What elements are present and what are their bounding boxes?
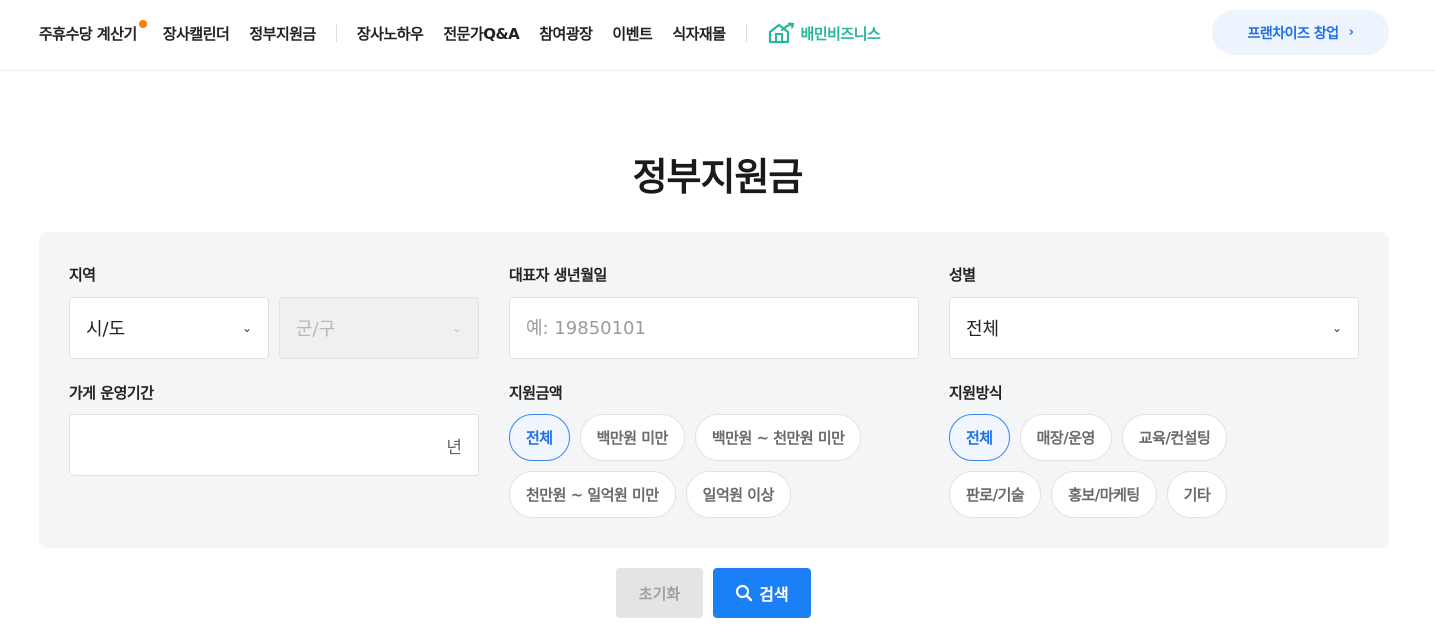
city-select-value: 시/도 <box>86 319 126 340</box>
method-chip[interactable]: 판로/기술 <box>949 471 1042 518</box>
store-period-label: 가게 운영기간 <box>69 384 154 402</box>
store-period-input[interactable] <box>86 434 447 456</box>
amount-chip[interactable]: 천만원 ~ 일억원 미만 <box>509 471 676 518</box>
nav-item-business-calendar[interactable]: 장사캘린더 <box>163 23 230 44</box>
amount-chip[interactable]: 백만원 ~ 천만원 미만 <box>694 414 862 461</box>
main-nav: 주휴수당 계산기 장사캘린더 정부지원금 장사노하우 전문가Q&A 참여광장 이… <box>39 0 881 66</box>
city-select[interactable]: 시/도 ⌄ <box>69 297 269 359</box>
nav-item-label: 주휴수당 계산기 <box>39 24 137 43</box>
method-chip[interactable]: 홍보/마케팅 <box>1051 471 1157 518</box>
method-chip[interactable]: 전체 <box>949 414 1010 461</box>
method-chip[interactable]: 기타 <box>1166 471 1228 518</box>
new-dot-icon <box>138 19 147 28</box>
birth-date-label: 대표자 생년월일 <box>509 266 607 284</box>
region-label: 지역 <box>69 266 96 284</box>
district-select-value: 군/구 <box>296 319 336 340</box>
chevron-down-icon: ⌄ <box>1331 321 1342 335</box>
nav-item-events[interactable]: 이벤트 <box>612 23 652 44</box>
district-select: 군/구 ⌄ <box>279 297 479 359</box>
nav-item-label: 이벤트 <box>612 24 653 43</box>
nav-divider <box>745 24 747 42</box>
nav-item-label: 장사캘린더 <box>162 24 230 43</box>
nav-item-expert-qa[interactable]: 전문가Q&A <box>443 23 519 44</box>
reset-button-label: 초기화 <box>638 584 681 603</box>
chevron-down-icon: ⌄ <box>451 321 462 335</box>
nav-item-business-knowhow[interactable]: 장사노하우 <box>357 23 424 44</box>
nav-brand-baemin-business[interactable]: 배민비즈니스 <box>767 22 881 44</box>
support-method-label: 지원방식 <box>949 384 1003 402</box>
subsidy-amount-chips: 전체 백만원 미만 백만원 ~ 천만원 미만 천만원 ~ 일억원 미만 일억원 … <box>509 414 909 518</box>
nav-item-label: 참여광장 <box>539 24 593 43</box>
method-chip[interactable]: 교육/컨설팅 <box>1121 414 1228 461</box>
search-icon <box>736 584 753 602</box>
chevron-down-icon: ⌄ <box>241 321 252 335</box>
franchise-startup-button[interactable]: 프랜차이즈 창업 › <box>1212 10 1389 55</box>
nav-item-label: 장사노하우 <box>356 24 424 43</box>
nav-item-community[interactable]: 참여광장 <box>539 23 593 44</box>
filter-panel: 지역 시/도 ⌄ 군/구 ⌄ 대표자 생년월일 성별 전체 ⌄ 가게 운영기간 … <box>39 232 1389 548</box>
amount-chip[interactable]: 전체 <box>509 414 570 461</box>
nav-brand-label: 배민비즈니스 <box>800 24 881 43</box>
support-method-chips: 전체 매장/운영 교육/컨설팅 판로/기술 홍보/마케팅 기타 <box>949 414 1269 518</box>
amount-chip[interactable]: 일억원 이상 <box>685 471 791 518</box>
nav-item-label: 전문가Q&A <box>443 24 520 43</box>
subsidy-amount-label: 지원금액 <box>509 384 563 402</box>
top-header: 주휴수당 계산기 장사캘린더 정부지원금 장사노하우 전문가Q&A 참여광장 이… <box>0 0 1435 71</box>
franchise-button-label: 프랜차이즈 창업 <box>1247 25 1340 42</box>
page-title: 정부지원금 <box>632 155 804 199</box>
nav-item-government-subsidy[interactable]: 정부지원금 <box>249 23 316 44</box>
gender-label: 성별 <box>949 266 976 284</box>
nav-item-label: 식자재몰 <box>672 24 726 43</box>
nav-item-food-mall[interactable]: 식자재몰 <box>672 23 726 44</box>
search-button[interactable]: 검색 <box>713 568 811 618</box>
gender-select[interactable]: 전체 ⌄ <box>949 297 1359 359</box>
birth-date-field <box>509 297 919 359</box>
house-chart-icon <box>768 22 794 44</box>
nav-divider <box>335 24 337 42</box>
gender-select-value: 전체 <box>966 319 1000 340</box>
reset-button[interactable]: 초기화 <box>616 568 703 618</box>
store-period-field: 년 <box>69 414 479 476</box>
search-button-label: 검색 <box>759 585 789 604</box>
nav-item-holiday-pay-calculator[interactable]: 주휴수당 계산기 <box>39 19 147 44</box>
chevron-right-icon: › <box>1348 25 1354 40</box>
year-unit-label: 년 <box>446 437 462 458</box>
method-chip[interactable]: 매장/운영 <box>1019 414 1112 461</box>
amount-chip[interactable]: 백만원 미만 <box>579 414 685 461</box>
birth-date-input[interactable] <box>526 317 902 339</box>
nav-item-label: 정부지원금 <box>249 24 316 43</box>
